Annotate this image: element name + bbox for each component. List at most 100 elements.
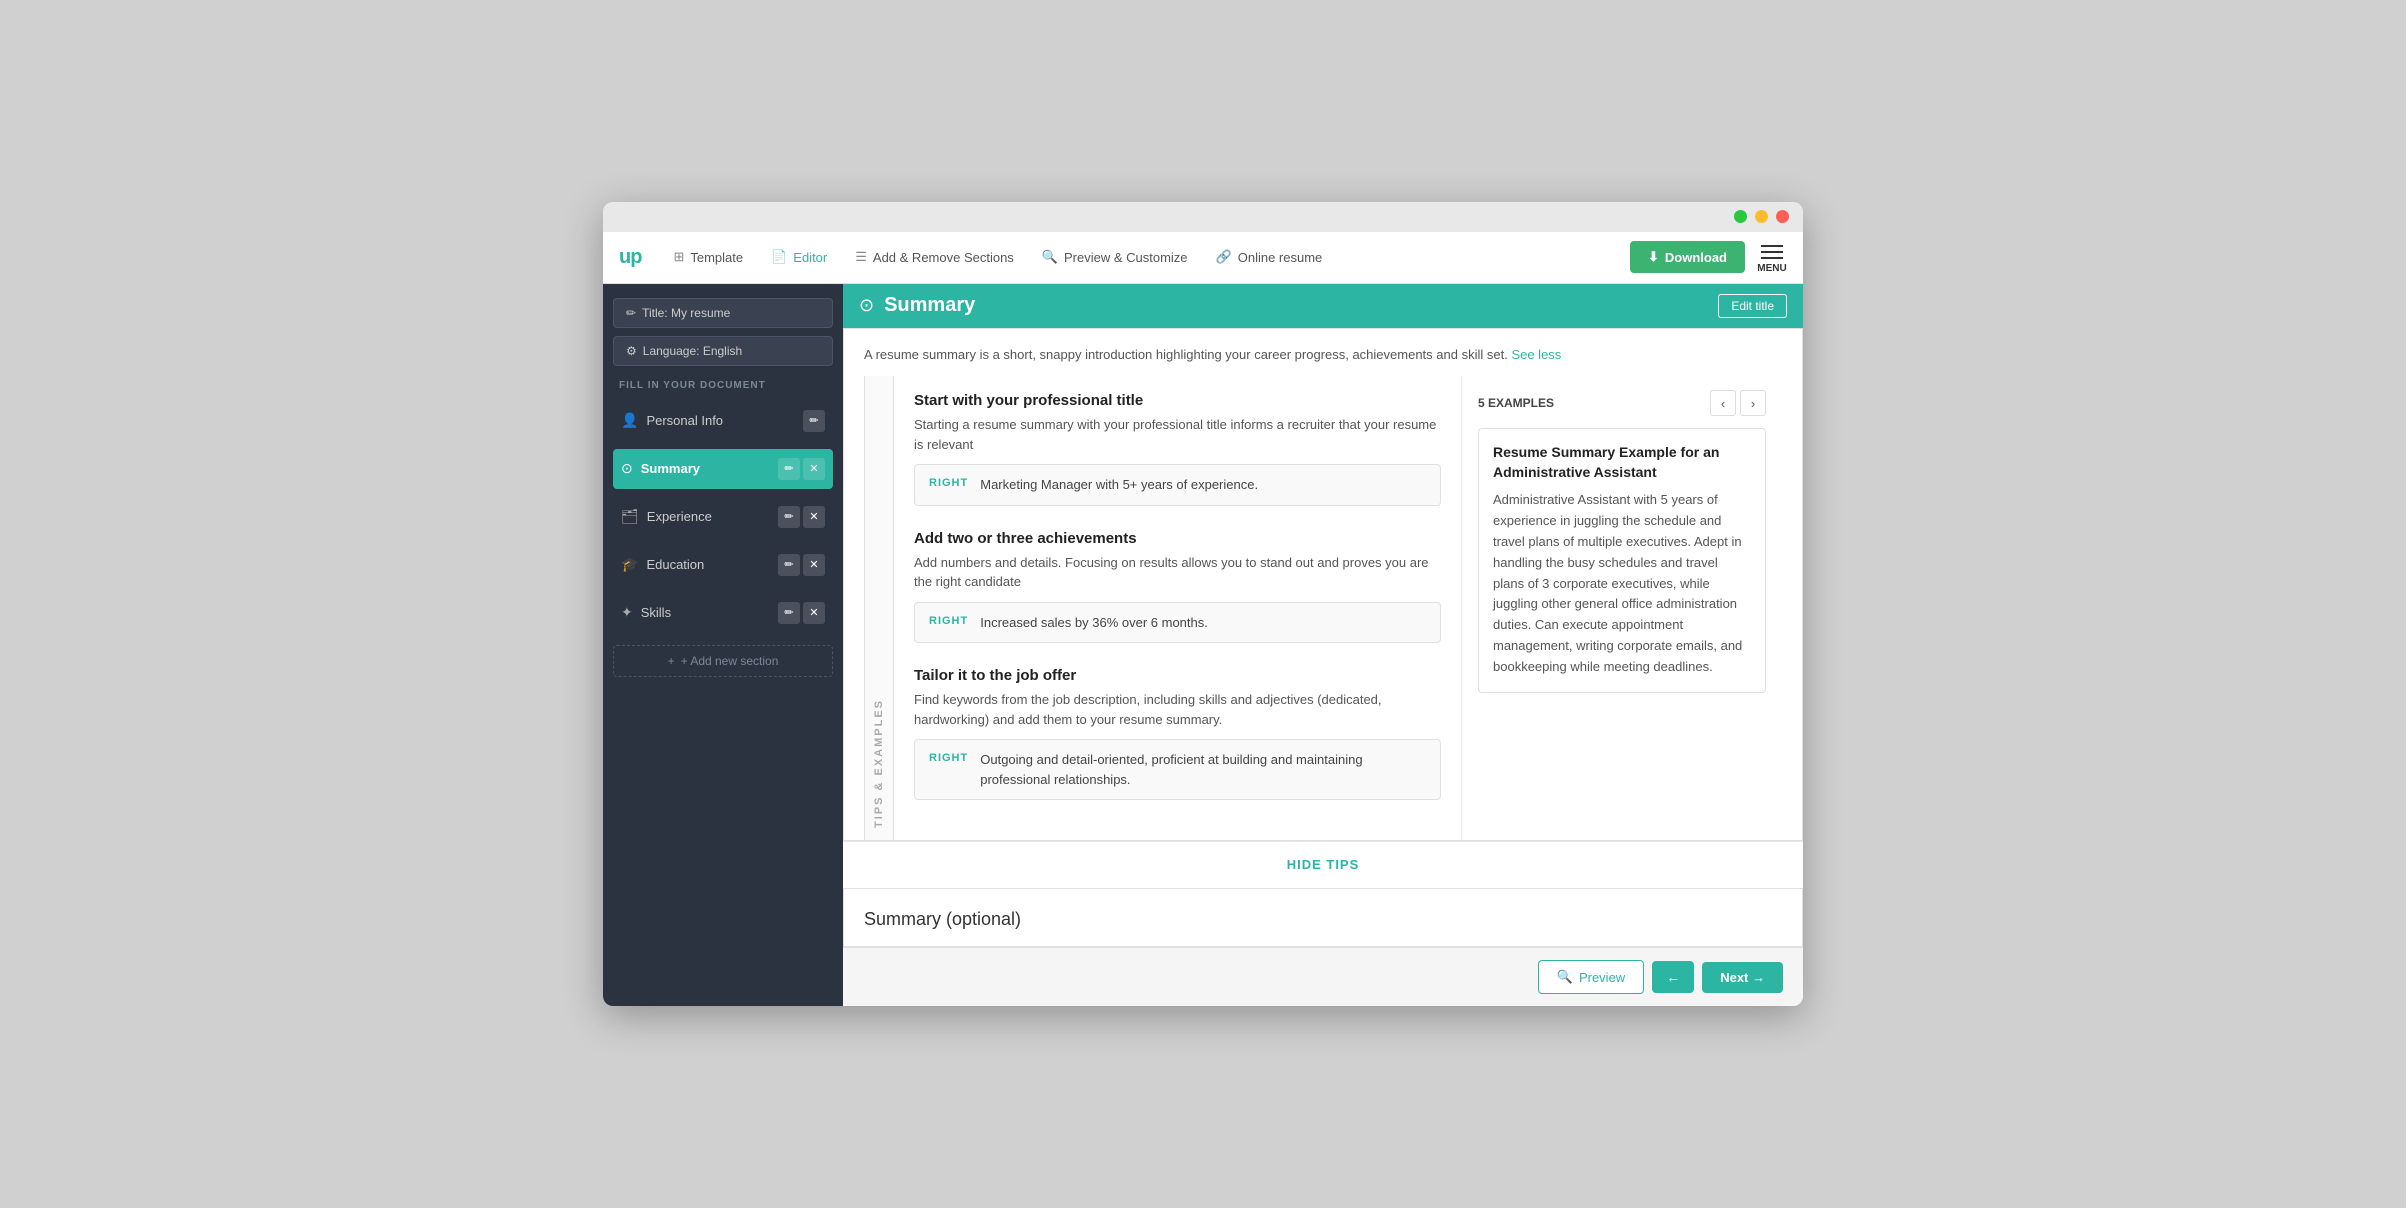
sidebar: ✏ Title: My resume ⚙ Language: English F… <box>603 284 843 1007</box>
preview-button[interactable]: 🔍 Preview <box>1538 960 1644 994</box>
examples-count: 5 EXAMPLES <box>1478 396 1554 410</box>
sidebar-item-experience[interactable]: 🗂 Experience ✏ ✕ <box>613 497 833 537</box>
tip-desc-1: Starting a resume summary with your prof… <box>914 415 1441 454</box>
globe-icon: ⚙ <box>626 344 637 358</box>
title-button[interactable]: ✏ Title: My resume <box>613 298 833 328</box>
tip-block-3: Tailor it to the job offer Find keywords… <box>914 667 1441 800</box>
personal-info-edit-button[interactable]: ✏ <box>803 410 825 432</box>
summary-actions: ✏ ✕ <box>778 458 825 480</box>
tip-block-2: Add two or three achievements Add number… <box>914 530 1441 644</box>
edit-title-button[interactable]: Edit title <box>1718 294 1787 318</box>
education-actions: ✏ ✕ <box>778 554 825 576</box>
nav-item-editor[interactable]: 📄 Editor <box>759 243 839 271</box>
examples-prev-button[interactable]: ‹ <box>1710 390 1736 416</box>
right-badge-2: RIGHT <box>929 615 968 627</box>
experience-delete-button[interactable]: ✕ <box>803 506 825 528</box>
tip-title-3: Tailor it to the job offer <box>914 667 1441 684</box>
sidebar-item-summary[interactable]: ⊙ Summary ✏ ✕ <box>613 449 833 489</box>
back-button[interactable]: ← <box>1652 961 1694 993</box>
examples-panel: 5 EXAMPLES ‹ › Resume Summary Example fo… <box>1462 376 1782 840</box>
hamburger-icon <box>1757 241 1787 263</box>
section-header-title: Summary <box>884 294 1708 317</box>
skills-edit-button[interactable]: ✏ <box>778 602 800 624</box>
tip-example-1: RIGHT Marketing Manager with 5+ years of… <box>914 464 1441 506</box>
top-navigation: up ⊞ Template 📄 Editor ☰ Add & Remove Se… <box>603 232 1803 284</box>
skills-icon: ✦ <box>621 604 633 621</box>
app-window: up ⊞ Template 📄 Editor ☰ Add & Remove Se… <box>603 202 1803 1007</box>
summary-optional-label: Summary (optional) <box>864 909 1782 930</box>
titlebar <box>603 202 1803 232</box>
bottom-area: Summary (optional) <box>843 889 1803 947</box>
tip-example-3: RIGHT Outgoing and detail-oriented, prof… <box>914 739 1441 800</box>
sidebar-item-personal-info[interactable]: 👤 Personal Info ✏ <box>613 401 833 441</box>
section-header: ⊙ Summary Edit title <box>843 284 1803 328</box>
language-button[interactable]: ⚙ Language: English <box>613 336 833 366</box>
tips-examples-layout: TIPS & EXAMPLES Start with your professi… <box>864 376 1782 840</box>
menu-button[interactable]: MENU <box>1757 241 1787 274</box>
example-card-title: Resume Summary Example for an Administra… <box>1493 443 1751 482</box>
template-icon: ⊞ <box>673 249 684 265</box>
download-icon: ⬇ <box>1648 249 1659 265</box>
summary-edit-button[interactable]: ✏ <box>778 458 800 480</box>
bottom-navigation: 🔍 Preview ← Next → <box>843 947 1803 1006</box>
add-section-button[interactable]: + + Add new section <box>613 645 833 677</box>
skills-actions: ✏ ✕ <box>778 602 825 624</box>
summary-icon: ⊙ <box>621 460 633 477</box>
examples-header: 5 EXAMPLES ‹ › <box>1478 390 1766 416</box>
see-less-link[interactable]: See less <box>1511 347 1561 362</box>
tip-desc-2: Add numbers and details. Focusing on res… <box>914 553 1441 592</box>
traffic-light-green[interactable] <box>1734 210 1747 223</box>
main-layout: ✏ Title: My resume ⚙ Language: English F… <box>603 284 1803 1007</box>
tip-title-1: Start with your professional title <box>914 392 1441 409</box>
hide-tips-bar: HIDE TIPS <box>843 841 1803 889</box>
example-text-2: Increased sales by 36% over 6 months. <box>980 613 1208 633</box>
right-badge-3: RIGHT <box>929 752 968 764</box>
nav-item-preview[interactable]: 🔍 Preview & Customize <box>1030 243 1200 271</box>
tip-desc-3: Find keywords from the job description, … <box>914 690 1441 729</box>
nav-right: ⬇ Download MENU <box>1630 241 1787 274</box>
personal-info-actions: ✏ <box>803 410 825 432</box>
examples-navigation: ‹ › <box>1710 390 1766 416</box>
skills-delete-button[interactable]: ✕ <box>803 602 825 624</box>
nav-item-online[interactable]: 🔗 Online resume <box>1204 243 1335 271</box>
pencil-icon: ✏ <box>626 306 636 320</box>
preview-icon: 🔍 <box>1557 969 1573 985</box>
traffic-light-yellow[interactable] <box>1755 210 1768 223</box>
content-area: ⊙ Summary Edit title A resume summary is… <box>843 284 1803 1007</box>
next-button[interactable]: Next → <box>1702 962 1783 993</box>
nav-item-template[interactable]: ⊞ Template <box>661 243 755 271</box>
tip-block-1: Start with your professional title Start… <box>914 392 1441 506</box>
app-logo: up <box>619 246 641 269</box>
sidebar-item-education[interactable]: 🎓 Education ✏ ✕ <box>613 545 833 585</box>
example-text-3: Outgoing and detail-oriented, proficient… <box>980 750 1426 789</box>
right-badge-1: RIGHT <box>929 477 968 489</box>
download-button[interactable]: ⬇ Download <box>1630 241 1745 273</box>
intro-text: A resume summary is a short, snappy intr… <box>864 345 1782 365</box>
education-delete-button[interactable]: ✕ <box>803 554 825 576</box>
education-icon: 🎓 <box>621 556 638 573</box>
traffic-light-red[interactable] <box>1776 210 1789 223</box>
nav-items: ⊞ Template 📄 Editor ☰ Add & Remove Secti… <box>661 243 1630 271</box>
preview-nav-icon: 🔍 <box>1042 249 1058 265</box>
example-card-text: Administrative Assistant with 5 years of… <box>1493 490 1751 677</box>
experience-edit-button[interactable]: ✏ <box>778 506 800 528</box>
tip-example-2: RIGHT Increased sales by 36% over 6 mont… <box>914 602 1441 644</box>
experience-icon: 🗂 <box>621 508 639 525</box>
add-remove-icon: ☰ <box>855 249 867 265</box>
tip-title-2: Add two or three achievements <box>914 530 1441 547</box>
nav-item-add-remove[interactable]: ☰ Add & Remove Sections <box>843 243 1026 271</box>
example-card: Resume Summary Example for an Administra… <box>1478 428 1766 692</box>
hide-tips-link[interactable]: HIDE TIPS <box>1287 857 1360 872</box>
tips-content: Start with your professional title Start… <box>894 376 1462 840</box>
person-icon: 👤 <box>621 412 638 429</box>
online-icon: 🔗 <box>1216 249 1232 265</box>
examples-next-button[interactable]: › <box>1740 390 1766 416</box>
editor-icon: 📄 <box>771 249 787 265</box>
section-body: A resume summary is a short, snappy intr… <box>843 328 1803 842</box>
education-edit-button[interactable]: ✏ <box>778 554 800 576</box>
sidebar-item-skills[interactable]: ✦ Skills ✏ ✕ <box>613 593 833 633</box>
summary-delete-button[interactable]: ✕ <box>803 458 825 480</box>
experience-actions: ✏ ✕ <box>778 506 825 528</box>
plus-icon: + <box>668 654 675 668</box>
section-header-icon: ⊙ <box>859 295 874 316</box>
